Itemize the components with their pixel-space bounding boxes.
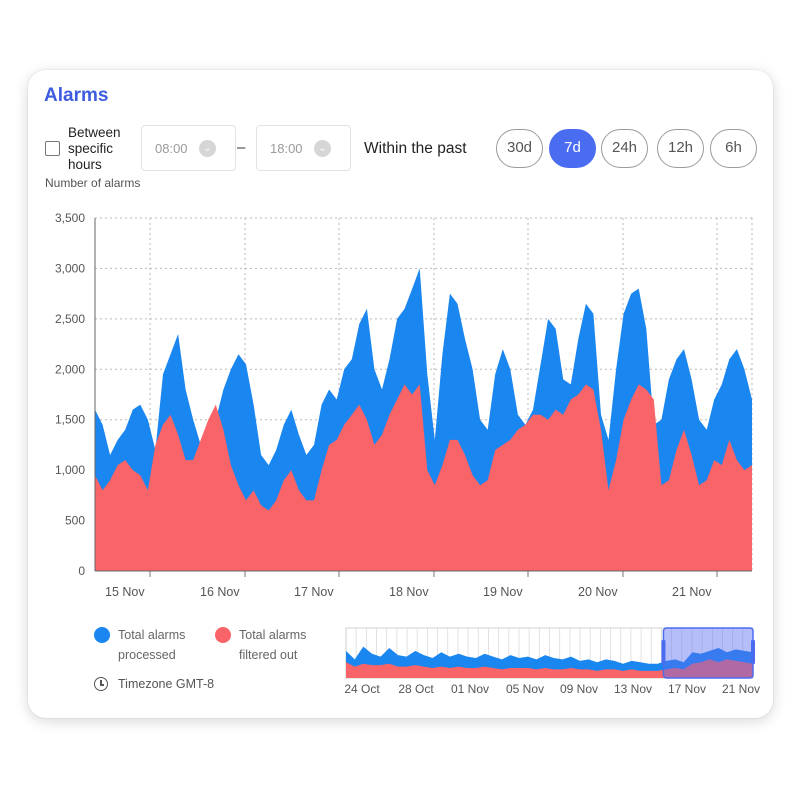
legend-marker-processed — [94, 627, 110, 643]
y-tick-label: 2,500 — [55, 312, 85, 326]
navigator-tick-label: 24 Oct — [344, 682, 380, 696]
navigator-tick-label: 28 Oct — [398, 682, 434, 696]
x-tick-label: 19 Nov — [483, 585, 523, 599]
navigator-tick-label: 13 Nov — [614, 682, 652, 696]
x-tick-label: 16 Nov — [200, 585, 240, 599]
navigator-tick-label: 17 Nov — [668, 682, 706, 696]
legend-marker-filtered — [215, 627, 231, 643]
y-tick-label: 2,000 — [55, 362, 85, 376]
x-tick-label: 17 Nov — [294, 585, 334, 599]
navigator-tick-label: 09 Nov — [560, 682, 598, 696]
y-tick-label: 500 — [65, 514, 85, 528]
timezone-label: Timezone GMT-8 — [118, 677, 215, 691]
legend-label-filtered: Total alarms filtered out — [239, 628, 307, 662]
y-tick-label: 0 — [78, 564, 85, 578]
navigator-handle-right[interactable] — [751, 640, 755, 664]
navigator-tick-label: 01 Nov — [451, 682, 489, 696]
y-tick-label: 3,500 — [55, 211, 85, 225]
navigator-selection[interactable] — [662, 627, 754, 679]
navigator-tick-label: 21 Nov — [722, 682, 760, 696]
y-tick-label: 1,500 — [55, 413, 85, 427]
clock-icon — [94, 677, 108, 691]
navigator-handle-left[interactable] — [661, 640, 666, 664]
navigator-tick-label: 05 Nov — [506, 682, 544, 696]
x-tick-label: 18 Nov — [389, 585, 429, 599]
x-tick-label: 20 Nov — [578, 585, 618, 599]
y-tick-label: 1,000 — [55, 463, 85, 477]
y-tick-label: 3,000 — [55, 261, 85, 275]
x-tick-label: 15 Nov — [105, 585, 145, 599]
legend-label-processed: Total alarms processed — [118, 628, 186, 662]
x-tick-label: 21 Nov — [672, 585, 712, 599]
